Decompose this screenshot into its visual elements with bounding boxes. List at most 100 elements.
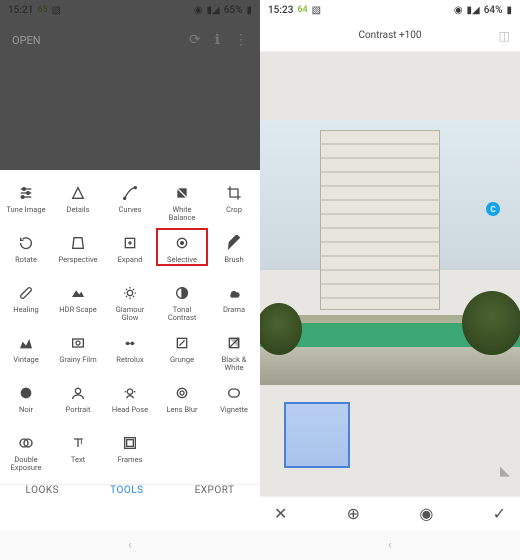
tool-tune-image[interactable]: Tune Image bbox=[2, 184, 50, 214]
toggle-visibility-button[interactable]: ◉ bbox=[419, 504, 433, 523]
tools-grid: Tune ImageDetailsCurves White Balance Crop… bbox=[0, 170, 260, 484]
status-battery: 64% bbox=[484, 5, 503, 16]
drama-icon bbox=[225, 284, 243, 302]
tools-panel: Tune ImageDetailsCurves White Balance Crop… bbox=[0, 170, 260, 496]
tool-label: Vintage bbox=[13, 356, 38, 364]
tool-tonal-contrast[interactable]: Tonal Contrast bbox=[158, 284, 206, 323]
perspective-icon bbox=[69, 234, 87, 252]
info-icon[interactable]: ℹ bbox=[215, 32, 220, 48]
target-icon bbox=[173, 234, 191, 252]
curves-icon bbox=[121, 184, 139, 202]
vignette-icon bbox=[225, 384, 243, 402]
retro-icon bbox=[121, 334, 139, 352]
thumbnail-selected[interactable] bbox=[284, 402, 350, 468]
tool-expand[interactable]: Expand bbox=[106, 234, 154, 264]
tool-label: Glamour Glow bbox=[116, 306, 145, 323]
top-app-bar: OPEN ⟳ ℹ ⋮ bbox=[0, 20, 260, 60]
selective-control-point[interactable]: C bbox=[486, 202, 500, 216]
frames-icon bbox=[121, 434, 139, 452]
tool-hdr-scape[interactable]: HDR Scape bbox=[54, 284, 102, 314]
tool-perspective[interactable]: Perspective bbox=[54, 234, 102, 264]
lensblur-icon bbox=[173, 384, 191, 402]
bw-icon bbox=[225, 334, 243, 352]
signal-icon: ▮◢ bbox=[467, 5, 480, 16]
more-icon[interactable]: ⋮ bbox=[234, 32, 248, 48]
edit-header: Contrast +100 ◫ bbox=[260, 20, 520, 52]
battery-icon: ▮ bbox=[506, 5, 512, 16]
film-icon bbox=[69, 334, 87, 352]
tool-label: HDR Scape bbox=[59, 306, 96, 314]
headpose-icon bbox=[121, 384, 139, 402]
triangle-icon bbox=[69, 184, 87, 202]
tool-curves[interactable]: Curves bbox=[106, 184, 154, 214]
gallery-icon: ▧ bbox=[312, 5, 321, 16]
tool-label: Frames bbox=[118, 456, 143, 464]
double-icon bbox=[17, 434, 35, 452]
expand-icon bbox=[121, 234, 139, 252]
rotate-icon bbox=[17, 234, 35, 252]
compare-icon[interactable]: ◫ bbox=[499, 29, 510, 43]
tool-label: White Balance bbox=[169, 206, 196, 223]
system-nav: ‹ bbox=[260, 530, 520, 560]
tool-vintage[interactable]: Vintage bbox=[2, 334, 50, 364]
cancel-button[interactable]: ✕ bbox=[274, 504, 287, 523]
tool-black-white[interactable]: Black & White bbox=[210, 334, 258, 373]
bandage-icon bbox=[17, 284, 35, 302]
tab-export[interactable]: EXPORT bbox=[195, 485, 235, 496]
screen-selective: 15:23 64 ▧ ◉ ▮◢ 64% ▮ Contrast +100 ◫ C … bbox=[260, 0, 520, 560]
tool-portrait[interactable]: Portrait bbox=[54, 384, 102, 414]
tool-frames[interactable]: Frames bbox=[106, 434, 154, 464]
tool-label: Black & White bbox=[222, 356, 247, 373]
tonal-icon bbox=[173, 284, 191, 302]
edited-image[interactable]: C bbox=[260, 120, 520, 385]
wifi-icon: ◉ bbox=[454, 5, 463, 16]
tool-grainy-film[interactable]: Grainy Film bbox=[54, 334, 102, 364]
tool-label: Lens Blur bbox=[166, 406, 197, 414]
tool-white-balance[interactable]: White Balance bbox=[158, 184, 206, 223]
tool-drama[interactable]: Drama bbox=[210, 284, 258, 314]
vintage-icon bbox=[17, 334, 35, 352]
tool-label: Double Exposure bbox=[11, 456, 42, 473]
tool-text[interactable]: Text bbox=[54, 434, 102, 464]
tool-double-exposure[interactable]: Double Exposure bbox=[2, 434, 50, 473]
photo-canvas[interactable]: C ◣ bbox=[260, 52, 520, 496]
tool-grunge[interactable]: Grunge bbox=[158, 334, 206, 364]
back-button[interactable]: ‹ bbox=[388, 538, 392, 553]
tool-label: Tonal Contrast bbox=[168, 306, 197, 323]
add-point-button[interactable]: ⊕ bbox=[347, 504, 360, 523]
thumbnail-strip: ◣ bbox=[260, 385, 520, 485]
tool-lens-blur[interactable]: Lens Blur bbox=[158, 384, 206, 414]
tool-label: Noir bbox=[19, 406, 33, 414]
tool-label: Expand bbox=[118, 256, 143, 264]
tool-selective[interactable]: Selective bbox=[158, 234, 206, 264]
tool-noir[interactable]: Noir bbox=[2, 384, 50, 414]
tool-brush[interactable]: Brush bbox=[210, 234, 258, 264]
back-button[interactable]: ‹ bbox=[128, 538, 132, 553]
tool-rotate[interactable]: Rotate bbox=[2, 234, 50, 264]
tool-label: Selective bbox=[167, 256, 197, 264]
contrast-label: Contrast +100 bbox=[358, 30, 421, 41]
bookmark-icon[interactable]: ◣ bbox=[500, 464, 510, 479]
wb-icon bbox=[173, 184, 191, 202]
tool-retrolux[interactable]: Retrolux bbox=[106, 334, 154, 364]
apply-button[interactable]: ✓ bbox=[493, 504, 506, 523]
tab-tools[interactable]: TOOLS bbox=[110, 485, 143, 496]
brush-icon bbox=[225, 234, 243, 252]
tool-vignette[interactable]: Vignette bbox=[210, 384, 258, 414]
revert-icon[interactable]: ⟳ bbox=[189, 32, 201, 48]
tool-label: Text bbox=[71, 456, 85, 464]
tool-label: Vignette bbox=[220, 406, 248, 414]
tool-details[interactable]: Details bbox=[54, 184, 102, 214]
tool-label: Perspective bbox=[58, 256, 97, 264]
noir-icon bbox=[17, 384, 35, 402]
tool-glamour-glow[interactable]: Glamour Glow bbox=[106, 284, 154, 323]
tool-head-pose[interactable]: Head Pose bbox=[106, 384, 154, 414]
open-button[interactable]: OPEN bbox=[12, 34, 41, 47]
glow-icon bbox=[121, 284, 139, 302]
tab-looks[interactable]: LOOKS bbox=[26, 485, 60, 496]
tool-healing[interactable]: Healing bbox=[2, 284, 50, 314]
tool-crop[interactable]: Crop bbox=[210, 184, 258, 214]
edit-action-bar: ✕ ⊕ ◉ ✓ bbox=[260, 496, 520, 530]
tool-label: Rotate bbox=[15, 256, 37, 264]
crop-icon bbox=[225, 184, 243, 202]
